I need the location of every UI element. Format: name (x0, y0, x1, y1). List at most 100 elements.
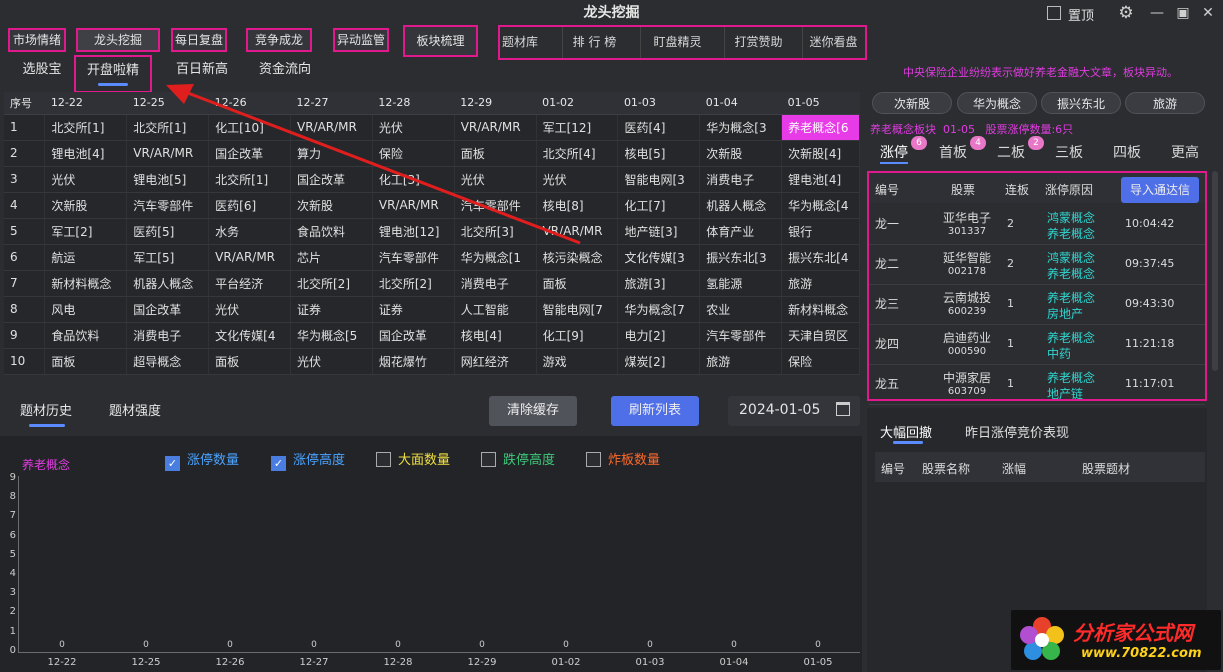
sector-cell[interactable]: 证券 (290, 296, 373, 323)
sector-cell[interactable]: 消费电子 (454, 270, 537, 297)
dragon-row[interactable]: 龙四 启迪药业 000590 1 养老概念 中药 11:21:18 (869, 325, 1205, 365)
sector-cell[interactable]: 保险 (781, 348, 860, 375)
sector-cell[interactable]: 医药[4] (617, 114, 701, 141)
column-header[interactable]: 01-05 (781, 92, 860, 115)
sector-cell[interactable]: 华为概念[7 (617, 296, 701, 323)
rtab-higher[interactable]: 更高 (1171, 142, 1199, 162)
tab-yesterday-limitup[interactable]: 昨日涨停竞价表现 (965, 422, 1069, 441)
pill-new-stock[interactable]: 次新股 (872, 92, 952, 114)
sector-cell[interactable]: 平台经济 (208, 270, 291, 297)
sector-cell[interactable]: 网红经济 (454, 348, 537, 375)
sector-cell[interactable]: 机器人概念 (699, 192, 783, 219)
check-broken-board-count[interactable]: 炸板数量 (586, 452, 660, 470)
sector-cell[interactable]: 新材料概念 (44, 270, 128, 297)
rtab-fourth-board[interactable]: 四板 (1113, 142, 1141, 162)
tab-anomaly-monitor[interactable]: 异动监管 (333, 28, 389, 52)
sector-cell[interactable]: 光伏 (208, 296, 291, 323)
pill-tourism[interactable]: 旅游 (1125, 92, 1205, 114)
sector-cell[interactable]: 华为概念[4 (781, 192, 860, 219)
sector-cell[interactable]: 面板 (536, 270, 619, 297)
sector-cell[interactable]: 国企改革 (126, 296, 210, 323)
sector-cell[interactable]: 煤炭[2] (617, 348, 701, 375)
sector-cell[interactable]: 超导概念 (126, 348, 210, 375)
sector-cell[interactable]: 消费电子 (126, 322, 210, 349)
sector-cell[interactable]: 银行 (781, 218, 860, 245)
sector-cell[interactable]: 旅游 (699, 348, 783, 375)
sector-cell[interactable]: 北交所[2] (290, 270, 373, 297)
sector-cell[interactable]: 振兴东北[3 (699, 244, 783, 271)
sector-cell[interactable]: 国企改革 (372, 322, 455, 349)
date-picker[interactable]: 2024-01-05 (728, 396, 860, 426)
sector-cell[interactable]: 证券 (372, 296, 455, 323)
sector-cell[interactable]: 汽车零部件 (699, 322, 783, 349)
sector-cell[interactable]: 光伏 (44, 166, 128, 193)
sector-cell[interactable]: 农业 (699, 296, 783, 323)
sector-cell[interactable]: 旅游[3] (617, 270, 701, 297)
sector-cell[interactable]: 旅游 (781, 270, 860, 297)
column-header[interactable]: 序号 (4, 92, 45, 115)
check-limitup-count[interactable]: ✓ 涨停数量 (165, 452, 239, 471)
minimize-icon[interactable]: — (1148, 4, 1166, 22)
tab-ranking[interactable]: 排 行 榜 (562, 27, 626, 58)
sector-cell[interactable]: 面板 (44, 348, 128, 375)
sector-cell[interactable]: 智能电网[3 (617, 166, 701, 193)
rtab-limitup[interactable]: 涨停 (880, 142, 908, 162)
sector-cell[interactable]: 锂电池[4] (44, 140, 128, 167)
sector-cell[interactable]: 锂电池[4] (781, 166, 860, 193)
sector-cell[interactable]: 消费电子 (699, 166, 783, 193)
sector-cell[interactable]: 人工智能 (454, 296, 537, 323)
sector-cell[interactable]: 养老概念[6 (781, 114, 860, 141)
sector-cell[interactable]: 氢能源 (699, 270, 783, 297)
settings-icon[interactable]: ⚙ (1117, 4, 1135, 22)
sector-cell[interactable]: 次新股 (44, 192, 128, 219)
check-limitdown-height[interactable]: 跌停高度 (481, 452, 555, 470)
tab-watch-wizard[interactable]: 盯盘精灵 (640, 27, 714, 58)
sector-cell[interactable]: 华为概念[5 (290, 322, 373, 349)
table-row[interactable]: 9 食品饮料 消费电子 文化传媒[4 华为概念[5 国企改革 核电[4] 化工[9] 电力[2]… (4, 322, 860, 349)
sector-cell[interactable]: 北交所[2] (372, 270, 455, 297)
rtab-first-board[interactable]: 首板 (939, 142, 967, 162)
pin-checkbox[interactable] (1047, 6, 1061, 20)
sector-cell[interactable]: 振兴东北[4 (781, 244, 860, 271)
sector-cell[interactable]: 军工[2] (44, 218, 128, 245)
sector-cell[interactable]: 化工[9] (536, 322, 619, 349)
subtab-kaipanla[interactable]: 开盘啦精 (74, 55, 152, 93)
sector-cell[interactable]: 次新股 (699, 140, 783, 167)
sector-cell[interactable]: 机器人概念 (126, 270, 210, 297)
sector-cell[interactable]: 华为概念[3 (699, 114, 783, 141)
sector-cell[interactable]: 风电 (44, 296, 128, 323)
subtab-xuangubao[interactable]: 选股宝 (14, 60, 70, 84)
tab-donate[interactable]: 打赏赞助 (724, 27, 792, 58)
tab-mini-view[interactable]: 迷你看盘 (802, 27, 864, 58)
tab-market-sentiment[interactable]: 市场情绪 (8, 28, 66, 52)
clear-cache-button[interactable]: 清除缓存 (489, 396, 577, 426)
rtab-third-board[interactable]: 三板 (1055, 142, 1083, 162)
maximize-icon[interactable]: ▣ (1174, 4, 1192, 22)
tab-theme-history[interactable]: 题材历史 (20, 400, 72, 419)
pill-northeast[interactable]: 振兴东北 (1041, 92, 1121, 114)
sector-cell[interactable]: 体育产业 (699, 218, 783, 245)
sector-cell[interactable]: 新材料概念 (781, 296, 860, 323)
tab-compete-dragon[interactable]: 竞争成龙 (246, 28, 312, 52)
check-big-drop-count[interactable]: 大面数量 (376, 452, 450, 470)
sector-cell[interactable]: 游戏 (536, 348, 619, 375)
dragon-row[interactable]: 龙二 延华智能 002178 2 鸿蒙概念 养老概念 09:37:45 (869, 245, 1205, 285)
check-limitup-height[interactable]: ✓ 涨停高度 (271, 452, 345, 471)
pill-huawei[interactable]: 华为概念 (957, 92, 1037, 114)
dragon-row[interactable]: 龙三 云南城投 600239 1 养老概念 房地产 09:43:30 (869, 285, 1205, 325)
sector-cell[interactable]: 文化传媒[3 (617, 244, 701, 271)
sector-cell[interactable]: 航运 (44, 244, 128, 271)
sector-cell[interactable]: 面板 (208, 348, 291, 375)
sector-cell[interactable]: 文化传媒[4 (208, 322, 291, 349)
tab-leader-mining[interactable]: 龙头挖掘 (76, 28, 160, 52)
rtab-second-board[interactable]: 二板 (997, 142, 1025, 162)
right-scrollbar[interactable] (1212, 171, 1218, 371)
dragon-row[interactable]: 龙五 中源家居 603709 1 养老概念 地产链 11:17:01 (869, 365, 1205, 405)
tab-theme-library[interactable]: 题材库 (500, 27, 540, 58)
sector-cell[interactable]: 核电[4] (454, 322, 537, 349)
sector-cell[interactable]: 食品饮料 (44, 322, 128, 349)
sector-cell[interactable]: 北交所[1] (44, 114, 128, 141)
sector-cell[interactable]: 化工[7] (617, 192, 701, 219)
column-header[interactable]: 01-03 (617, 92, 700, 115)
dragon-row[interactable]: 龙一 亚华电子 301337 2 鸿蒙概念 养老概念 10:04:42 (869, 205, 1205, 245)
